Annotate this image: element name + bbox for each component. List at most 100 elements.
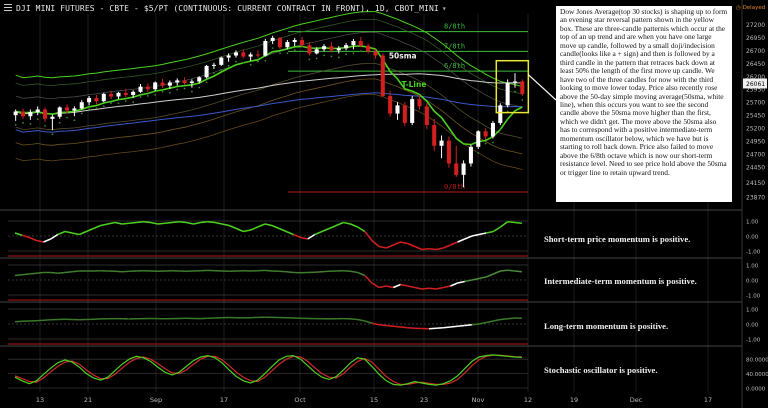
candle-body xyxy=(322,46,327,50)
osc-segment xyxy=(243,229,251,233)
candle-body xyxy=(204,65,209,78)
candle-body xyxy=(263,40,268,56)
trend-dot xyxy=(249,63,252,66)
osc-segment xyxy=(221,223,230,227)
osc-segment xyxy=(343,269,351,273)
candle-body xyxy=(43,109,48,119)
trend-dot xyxy=(14,123,17,126)
candle-body xyxy=(167,82,172,86)
label-short-term: Short-term price momentum is positive. xyxy=(544,234,691,244)
osc-segment xyxy=(278,227,287,233)
envelope-band xyxy=(15,78,523,155)
osc-segment xyxy=(385,244,394,249)
trend-dot xyxy=(345,53,347,56)
candle-body xyxy=(65,107,70,111)
candle-body xyxy=(446,140,451,164)
osc-segment xyxy=(314,230,323,236)
osc-tick-label: 1.00 xyxy=(746,308,759,314)
osc-segment xyxy=(379,324,387,327)
candle-body xyxy=(329,46,334,51)
trend-dot xyxy=(117,102,120,105)
osc-segment xyxy=(421,287,430,290)
y-tick-label: 24150 xyxy=(746,180,765,187)
candle-body xyxy=(300,39,305,46)
candle-body xyxy=(366,45,371,52)
osc-segment xyxy=(364,320,373,324)
octave-label: 0/8th xyxy=(444,183,465,191)
trend-dot xyxy=(330,55,333,58)
trend-dot xyxy=(213,72,215,74)
trend-dot xyxy=(66,116,68,119)
trend-dot xyxy=(198,86,201,89)
candle-body xyxy=(520,81,525,94)
candle-body xyxy=(336,48,341,51)
osc-tick-label: -1.00 xyxy=(746,338,761,344)
x-tick-label: 15 xyxy=(370,396,378,404)
osc-segment xyxy=(407,285,415,289)
osc-segment xyxy=(71,232,80,236)
osc-segment xyxy=(179,221,187,224)
osc-segment xyxy=(357,226,366,233)
x-tick-label: 13 xyxy=(36,396,44,404)
osc-segment xyxy=(350,223,358,228)
trend-dot xyxy=(514,90,516,93)
chevron-down-icon[interactable]: ▾ xyxy=(442,4,447,13)
y-tick-label: 25450 xyxy=(746,113,765,120)
osc-segment xyxy=(257,223,266,228)
candle-body xyxy=(211,64,216,66)
osc-segment xyxy=(107,221,116,225)
trend-dot xyxy=(499,128,502,130)
candle-body xyxy=(57,107,62,117)
x-tick-label: Oct xyxy=(294,396,306,404)
candle-body xyxy=(131,91,136,95)
osc-segment xyxy=(500,221,509,228)
osc-tick-label: 1.00 xyxy=(746,220,759,226)
osc-segment xyxy=(443,326,451,329)
osc-tick-label: 80.0000 xyxy=(746,358,768,364)
trend-dot xyxy=(139,95,142,98)
candle-body xyxy=(417,99,422,107)
x-tick-label: 21 xyxy=(84,396,92,404)
candle-body xyxy=(226,55,231,58)
osc-segment xyxy=(371,322,380,326)
osc-segment xyxy=(171,221,180,224)
osc-segment xyxy=(507,269,515,272)
osc-segment xyxy=(386,285,394,289)
trend-dot xyxy=(352,52,355,55)
y-tick-label: 25200 xyxy=(746,126,765,133)
trend-dot xyxy=(58,121,61,124)
candle-body xyxy=(439,140,444,146)
osc-segment xyxy=(464,235,473,240)
osc-segment xyxy=(428,287,437,290)
annotation-pointer xyxy=(527,74,557,101)
candle-body xyxy=(123,92,128,95)
trend-dot xyxy=(323,54,325,57)
osc-segment xyxy=(378,245,387,249)
osc-segment xyxy=(36,239,44,243)
osc-segment xyxy=(122,222,130,225)
osc-segment xyxy=(236,227,244,233)
label-intermediate-term: Intermediate-term momentum is positive. xyxy=(544,276,697,286)
osc-segment xyxy=(157,222,165,225)
candle-body xyxy=(454,163,459,175)
candle-body xyxy=(197,77,202,82)
candle-body xyxy=(388,95,393,114)
osc-segment xyxy=(143,221,151,224)
chart-title: DJI MINI FUTURES - CBTE - $5/PT (CONTINU… xyxy=(16,4,447,13)
candle-body xyxy=(13,111,18,116)
osc-segment xyxy=(421,248,430,251)
candle-body xyxy=(373,51,378,56)
osc-segment xyxy=(36,271,44,274)
osc-segment xyxy=(86,227,94,233)
osc-segment xyxy=(100,223,108,227)
price-pane: 8/8th 7/8th 6/8th 0/8th 50sma T-Line xyxy=(13,11,557,193)
osc-segment xyxy=(114,221,123,225)
menu-icon[interactable] xyxy=(4,4,12,12)
osc-segment xyxy=(507,317,515,320)
candle-body xyxy=(160,82,165,86)
trend-dot xyxy=(124,100,127,102)
osc-segment xyxy=(371,239,380,248)
osc-segment xyxy=(307,233,316,240)
osc-segment xyxy=(57,271,66,274)
osc-segment xyxy=(136,221,144,224)
